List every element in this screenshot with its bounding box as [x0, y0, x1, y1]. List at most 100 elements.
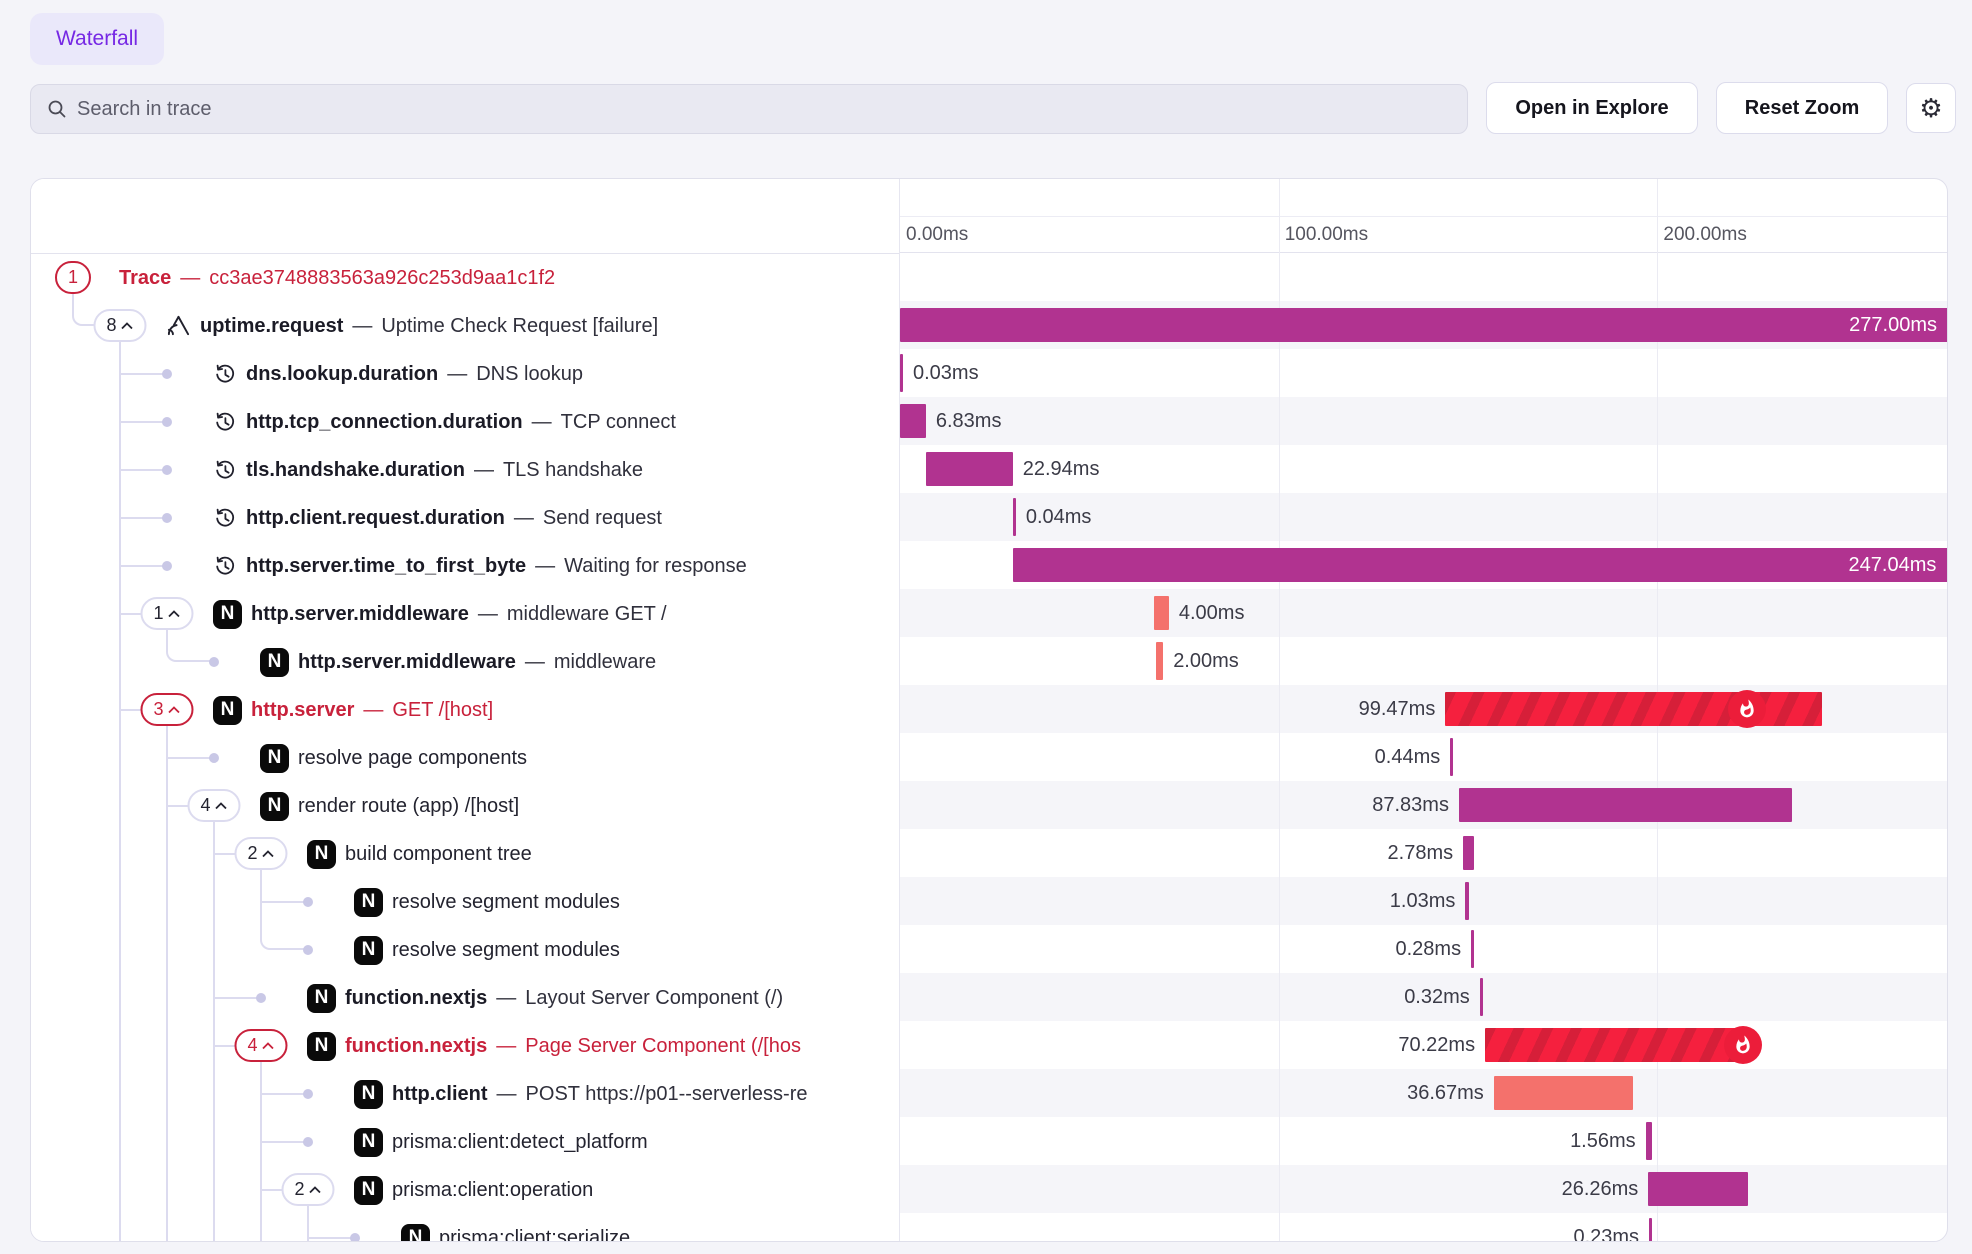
duration-bar[interactable]	[900, 404, 926, 438]
trace-row-label[interactable]: Nhttp.client—POST https://p01--serverles…	[31, 1070, 899, 1118]
trace-row-label[interactable]: Nresolve page components	[31, 734, 899, 782]
duration-label: 2.78ms	[1388, 829, 1454, 877]
duration-bar[interactable]	[1013, 548, 1947, 582]
duration-bar[interactable]	[900, 308, 1947, 342]
search-input[interactable]	[77, 98, 1451, 121]
trace-row-label[interactable]: 8uptime.request—Uptime Check Request [fa…	[31, 302, 899, 350]
pill-count: 2	[247, 843, 257, 864]
tree-connector-line	[214, 997, 261, 999]
waterfall-minimap-strip[interactable]	[900, 179, 1947, 217]
expand-collapse-pill[interactable]: 1	[140, 597, 193, 630]
pill-count: 2	[294, 1179, 304, 1200]
tree-connector-corner	[166, 637, 213, 662]
expand-collapse-pill[interactable]: 8	[93, 309, 146, 342]
duration-bar[interactable]	[1463, 836, 1474, 870]
tab-waterfall[interactable]: Waterfall	[30, 13, 164, 65]
clock-icon	[213, 362, 237, 386]
duration-bar[interactable]	[1648, 1172, 1747, 1206]
trace-row-label[interactable]: 4Nfunction.nextjs—Page Server Component …	[31, 1022, 899, 1070]
trace-row-label[interactable]: http.client.request.duration—Send reques…	[31, 494, 899, 542]
duration-bar[interactable]	[1459, 788, 1792, 822]
span-description: DNS lookup	[476, 363, 583, 386]
trace-row-label[interactable]: http.server.time_to_first_byte—Waiting f…	[31, 542, 899, 590]
settings-gear-button[interactable]: ⚙	[1906, 83, 1956, 133]
span-name: http.server.middleware	[298, 651, 516, 674]
trace-row-bar[interactable]: 2.78ms	[900, 829, 1947, 877]
waterfall-chart-column: 0.00ms100.00ms200.00ms 277.00ms0.03ms6.8…	[900, 179, 1947, 1241]
trace-row-label[interactable]: 1Nhttp.server.middleware—middleware GET …	[31, 590, 899, 638]
span-name: tls.handshake.duration	[246, 459, 465, 482]
trace-row-label[interactable]: 2Nbuild component tree	[31, 830, 899, 878]
trace-row-bar[interactable]: 99.47ms	[900, 685, 1947, 733]
trace-row-bar[interactable]: 0.44ms	[900, 733, 1947, 781]
trace-row-bar[interactable]: 36.67ms	[900, 1069, 1947, 1117]
trace-row-bar[interactable]: 0.23ms	[900, 1213, 1947, 1241]
trace-row-label[interactable]: dns.lookup.duration—DNS lookup	[31, 350, 899, 398]
search-bar[interactable]	[30, 84, 1468, 134]
duration-bar[interactable]	[900, 354, 903, 392]
trace-row-bar[interactable]: 1.03ms	[900, 877, 1947, 925]
trace-row-bar[interactable]: 247.04ms	[900, 541, 1947, 589]
duration-bar[interactable]	[1649, 1218, 1652, 1241]
reset-zoom-button[interactable]: Reset Zoom	[1716, 82, 1888, 134]
duration-bar[interactable]	[1494, 1076, 1633, 1110]
trace-row-label[interactable]: tls.handshake.duration—TLS handshake	[31, 446, 899, 494]
expand-collapse-pill[interactable]: 2	[234, 837, 287, 870]
trace-row-label[interactable]: Nhttp.server.middleware—middleware	[31, 638, 899, 686]
trace-row-bar[interactable]: 1.56ms	[900, 1117, 1947, 1165]
trace-row-bar[interactable]: 4.00ms	[900, 589, 1947, 637]
span-separator: —	[447, 363, 467, 386]
span-separator: —	[525, 651, 545, 674]
trace-row-label[interactable]: Nresolve segment modules	[31, 926, 899, 974]
span-description: Waiting for response	[564, 555, 747, 578]
trace-row-bar[interactable]: 22.94ms	[900, 445, 1947, 493]
trace-row-bar[interactable]: 0.32ms	[900, 973, 1947, 1021]
tree-connector-line	[261, 1141, 308, 1143]
expand-collapse-pill[interactable]: 3	[140, 693, 193, 726]
trace-row-label[interactable]: Nfunction.nextjs—Layout Server Component…	[31, 974, 899, 1022]
duration-bar[interactable]	[1154, 596, 1169, 630]
trace-row-label[interactable]: Nprisma:client:serialize	[31, 1214, 899, 1241]
trace-row-bar[interactable]: 6.83ms	[900, 397, 1947, 445]
trace-row-label[interactable]: Nprisma:client:detect_platform	[31, 1118, 899, 1166]
duration-bar[interactable]	[1480, 978, 1483, 1016]
tree-connector-line	[120, 421, 167, 423]
expand-collapse-pill[interactable]: 4	[234, 1029, 287, 1062]
duration-bar[interactable]	[1013, 498, 1016, 536]
tree-connector-line	[260, 1062, 262, 1070]
trace-row-label[interactable]: 4Nrender route (app) /[host]	[31, 782, 899, 830]
trace-row-bar[interactable]: 87.83ms	[900, 781, 1947, 829]
trace-row-label[interactable]: http.tcp_connection.duration—TCP connect	[31, 398, 899, 446]
trace-row-bar[interactable]: 26.26ms	[900, 1165, 1947, 1213]
open-in-explore-button[interactable]: Open in Explore	[1486, 82, 1698, 134]
trace-row-bar[interactable]: 277.00ms	[900, 301, 1947, 349]
trace-row-bar[interactable]: 70.22ms	[900, 1021, 1947, 1069]
duration-bar[interactable]	[1465, 882, 1469, 920]
trace-row-bar[interactable]: 0.28ms	[900, 925, 1947, 973]
trace-row-label[interactable]: 2Nprisma:client:operation	[31, 1166, 899, 1214]
expand-collapse-pill[interactable]: 4	[187, 789, 240, 822]
duration-bar[interactable]	[1485, 1028, 1751, 1062]
trace-row-bar[interactable]: 2.00ms	[900, 637, 1947, 685]
duration-bar[interactable]	[1450, 738, 1453, 776]
duration-bar[interactable]	[1156, 642, 1164, 680]
expand-collapse-pill[interactable]: 1	[55, 261, 91, 294]
fire-icon[interactable]	[1724, 1026, 1762, 1064]
trace-row-label[interactable]: Nresolve segment modules	[31, 878, 899, 926]
tree-connector-line	[119, 1118, 121, 1166]
trace-row-bar[interactable]: 0.04ms	[900, 493, 1947, 541]
trace-row-bar[interactable]	[900, 253, 1947, 301]
trace-row-label[interactable]: 1Trace—cc3ae3748883563a926c253d9aa1c1f2	[31, 254, 899, 302]
expand-collapse-pill[interactable]: 2	[281, 1173, 334, 1206]
chevron-up-icon	[262, 850, 275, 858]
duration-bar[interactable]	[926, 452, 1013, 486]
duration-bar[interactable]	[1646, 1122, 1652, 1160]
chevron-up-icon	[121, 322, 134, 330]
tree-connector-line	[213, 1166, 215, 1214]
trace-row-label[interactable]: 3Nhttp.server—GET /[host]	[31, 686, 899, 734]
fire-icon[interactable]	[1728, 690, 1766, 728]
trace-row-bar[interactable]: 0.03ms	[900, 349, 1947, 397]
tree-connector-corner	[260, 925, 307, 950]
tree-connector-line	[166, 974, 168, 1022]
duration-bar[interactable]	[1471, 930, 1474, 968]
